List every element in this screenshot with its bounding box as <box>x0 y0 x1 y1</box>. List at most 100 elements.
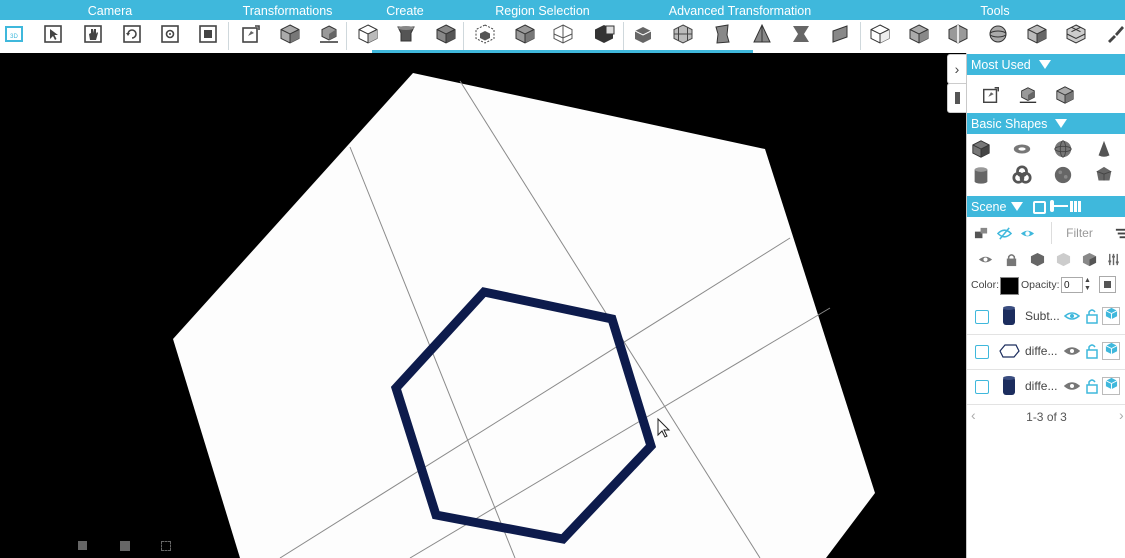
cube-shaded-button[interactable] <box>1024 23 1050 49</box>
group-region-selection-label[interactable]: Region Selection <box>470 0 615 20</box>
cylinder-shape-icon[interactable] <box>970 164 992 186</box>
visibility-eye-icon[interactable] <box>1063 378 1081 394</box>
box-create-button[interactable] <box>355 23 381 49</box>
opacity-input[interactable]: 0 <box>1061 277 1083 293</box>
most-used-header[interactable]: Most Used <box>967 54 1125 75</box>
group-camera-label[interactable]: Camera <box>40 0 180 20</box>
cube-icon[interactable] <box>1054 84 1076 106</box>
scene-slider-knob[interactable] <box>1050 200 1054 212</box>
focus-button[interactable] <box>157 23 183 49</box>
view-3d-button[interactable]: 3D <box>1 23 27 49</box>
bend-button[interactable] <box>788 23 814 49</box>
solid-cube-button[interactable] <box>906 23 932 49</box>
basic-shapes-header[interactable]: Basic Shapes <box>967 113 1125 134</box>
knot-shape-icon[interactable] <box>1011 164 1033 186</box>
pan-hand-button[interactable] <box>80 23 106 49</box>
scene-pager: ‹ 1-3 of 3 › <box>967 404 1125 428</box>
select-pointer-button[interactable] <box>40 23 66 49</box>
frame-icon <box>197 23 219 50</box>
object-cube-button[interactable] <box>1102 377 1120 395</box>
scene-object-row[interactable]: diffe... <box>967 334 1125 370</box>
object-cube-button[interactable] <box>1102 342 1120 360</box>
cone-shape-icon[interactable] <box>1093 138 1115 160</box>
eye-icon[interactable] <box>977 251 993 267</box>
collapse-triangle-icon[interactable] <box>1011 202 1024 212</box>
row-checkbox[interactable] <box>975 380 989 394</box>
visibility-eye-icon[interactable] <box>1063 343 1081 359</box>
color-swatch[interactable] <box>1000 277 1019 295</box>
viewport-canvas[interactable] <box>0 53 946 558</box>
grid-cube-button[interactable] <box>1063 23 1089 49</box>
panel-toggle-button[interactable] <box>947 83 967 113</box>
visible-toggle-icon[interactable] <box>1019 225 1035 241</box>
scene-grid-icon[interactable] <box>1070 201 1082 212</box>
unlock-icon[interactable] <box>1085 308 1099 324</box>
grid-cube-icon <box>1065 23 1087 50</box>
bevel-icon <box>632 23 654 50</box>
group-advanced-transformation-label[interactable]: Advanced Transformation <box>630 0 850 20</box>
ground-plane[interactable] <box>173 73 875 558</box>
plane-shape-button[interactable] <box>827 23 853 49</box>
region-box-button[interactable] <box>512 23 538 49</box>
region-plane-button[interactable] <box>550 23 576 49</box>
visibility-eye-icon[interactable] <box>1063 308 1081 324</box>
rotate-view-button[interactable] <box>119 23 145 49</box>
row-checkbox[interactable] <box>975 310 989 324</box>
3d-viewport[interactable] <box>0 53 946 558</box>
settings-sliders-icon[interactable] <box>1105 251 1121 267</box>
collapse-triangle-icon[interactable] <box>1055 119 1068 129</box>
transform-icon[interactable] <box>980 84 1002 106</box>
row-checkbox[interactable] <box>975 345 989 359</box>
unlock-icon[interactable] <box>1085 343 1099 359</box>
extrude-button[interactable] <box>393 23 419 49</box>
taper-button[interactable] <box>749 23 775 49</box>
sphere-tool-button[interactable] <box>985 23 1011 49</box>
hidden-toggle-icon[interactable] <box>996 225 1012 241</box>
group-tools-label[interactable]: Tools <box>935 0 1055 20</box>
viewport-control-c[interactable] <box>161 541 171 551</box>
group-transformations-label[interactable]: Transformations <box>215 0 360 20</box>
transform-button[interactable] <box>238 23 264 49</box>
torus-shape-icon[interactable] <box>1011 138 1033 160</box>
pager-next-icon[interactable]: › <box>1119 407 1124 423</box>
region-cube-button[interactable] <box>472 23 498 49</box>
move-cube-button[interactable] <box>316 23 342 49</box>
object-cube-button[interactable] <box>1102 307 1120 325</box>
unlock-icon[interactable] <box>1085 378 1099 394</box>
split-cube-button[interactable] <box>945 23 971 49</box>
wireframe-cube-button[interactable] <box>867 23 893 49</box>
color-picker-button[interactable] <box>1099 276 1116 293</box>
opacity-stepper[interactable]: ▲ ▼ <box>1084 277 1093 293</box>
cube-shape-icon[interactable] <box>970 138 992 160</box>
panel-collapse-button[interactable]: › <box>947 54 967 84</box>
shaded-cube-icon[interactable] <box>1081 251 1097 267</box>
collapse-triangle-icon[interactable] <box>1038 60 1051 70</box>
scene-view-toggle[interactable] <box>1033 201 1046 214</box>
move-cube-icon[interactable] <box>1017 84 1039 106</box>
scene-object-row[interactable]: diffe... <box>967 369 1125 405</box>
viewport-control-a[interactable] <box>78 541 87 550</box>
layers-icon[interactable] <box>973 225 989 241</box>
sort-menu-icon[interactable] <box>1113 225 1125 241</box>
twist-button[interactable] <box>709 23 735 49</box>
gem-shape-icon[interactable] <box>1093 164 1115 186</box>
cube-button[interactable] <box>277 23 303 49</box>
mesh-button[interactable] <box>670 23 696 49</box>
scene-object-row[interactable]: Subt... <box>967 299 1125 335</box>
cube-icon <box>1105 377 1118 395</box>
scene-filter-input[interactable]: Filter <box>1051 222 1107 244</box>
cube-solid-button[interactable] <box>433 23 459 49</box>
brush-tool-button[interactable] <box>1102 23 1125 49</box>
group-create-label[interactable]: Create <box>345 0 465 20</box>
frame-button[interactable] <box>195 23 221 49</box>
ghost-cube-icon[interactable] <box>1055 251 1071 267</box>
solid-cube-icon[interactable] <box>1029 251 1045 267</box>
transform-icon <box>240 23 262 50</box>
sphere-rough-icon[interactable] <box>1052 164 1074 186</box>
sphere-shape-icon[interactable] <box>1052 138 1074 160</box>
region-partial-button[interactable] <box>591 23 617 49</box>
scene-header[interactable]: Scene <box>967 196 1125 217</box>
lock-icon[interactable] <box>1003 251 1019 267</box>
viewport-control-b[interactable] <box>120 541 130 551</box>
bevel-button[interactable] <box>630 23 656 49</box>
